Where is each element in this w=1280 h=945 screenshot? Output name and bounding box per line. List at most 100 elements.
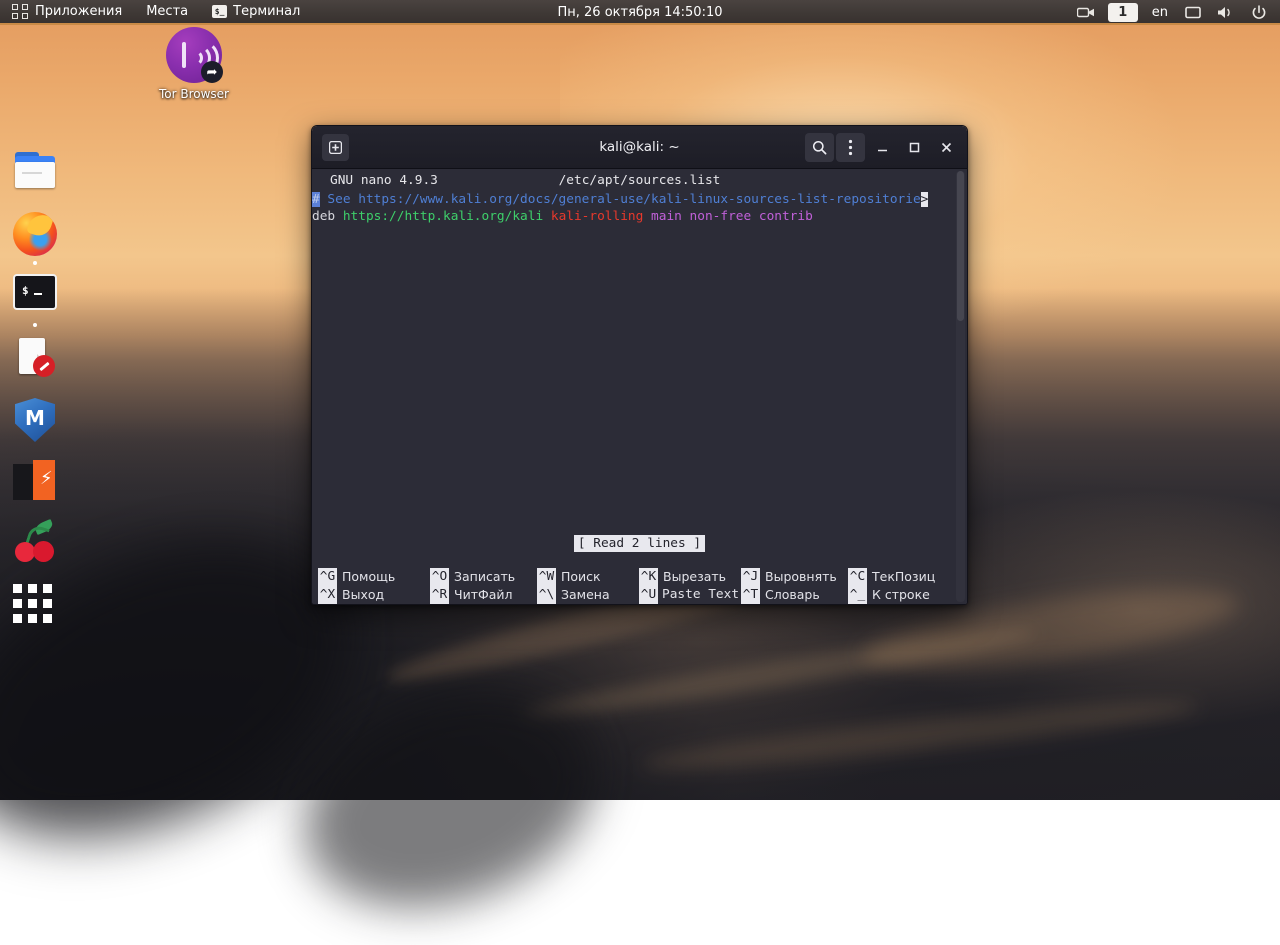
wave-streak	[639, 690, 1201, 780]
nano-shortcut-key: ^X	[318, 586, 337, 604]
minimize-glyph	[877, 149, 887, 151]
panel-places-label: Места	[146, 4, 189, 19]
metasploit-icon: M	[15, 398, 55, 442]
nano-text-area[interactable]: # See https://www.kali.org/docs/general-…	[312, 189, 967, 225]
nano-text-segment: https://http.kali.org/kali	[342, 209, 551, 224]
nano-shortcut[interactable]: ^C ТекПозиц	[848, 568, 948, 586]
dock-item-files[interactable]	[13, 150, 57, 194]
nano-status-message: [ Read 2 lines ]	[312, 535, 967, 552]
files-icon	[13, 150, 57, 190]
tor-browser-icon: ➦	[166, 27, 223, 83]
dock-item-cherrytree[interactable]	[13, 518, 57, 566]
kebab-glyph	[848, 139, 853, 155]
nano-shortcut[interactable]: ^T Словарь	[741, 586, 846, 604]
dock-item-firefox[interactable]	[13, 212, 57, 265]
nano-shortcut[interactable]: ^\ Замена	[537, 586, 637, 604]
nano-shortcut[interactable]: ^W Поиск	[537, 568, 637, 586]
maximize-icon[interactable]	[899, 132, 929, 162]
screencast-icon-glyph	[1076, 7, 1094, 18]
workspace-indicator[interactable]: 1	[1107, 3, 1138, 22]
dock-item-terminal[interactable]: $	[13, 274, 57, 327]
nano-shortcut-key: ^R	[430, 586, 449, 604]
search-icon[interactable]	[805, 132, 834, 162]
minimize-icon[interactable]	[867, 132, 897, 162]
window-title-bar[interactable]: kali@kali: ~	[312, 126, 967, 169]
search-glyph	[812, 140, 827, 154]
panel-terminal-label: Терминал	[233, 4, 301, 19]
running-indicator	[33, 323, 37, 327]
text-editor-icon	[13, 336, 57, 380]
nano-text-segment: kali-rolling	[550, 209, 652, 224]
nano-shortcut[interactable]: ^G Помощь	[318, 568, 428, 586]
display-icon[interactable]	[1178, 0, 1208, 25]
desktop-icon-tor-browser[interactable]: ➦ Tor Browser	[152, 27, 236, 101]
nano-shortcut-key: ^T	[741, 586, 760, 604]
dock-item-text-editor[interactable]	[13, 336, 57, 380]
power-icon[interactable]	[1244, 0, 1274, 25]
nano-status-text: [ Read 2 lines ]	[573, 535, 706, 552]
panel-window-terminal[interactable]: $_ Терминал	[200, 0, 312, 24]
panel-apps-label: Приложения	[35, 4, 123, 19]
screencast-icon[interactable]	[1070, 0, 1102, 25]
terminal-icon: $_	[212, 5, 228, 18]
nano-shortcut-label: Помощь	[342, 569, 396, 584]
power-icon-glyph	[1252, 4, 1266, 19]
nano-shortcut[interactable]: ^X Выход	[318, 586, 428, 604]
nano-text-segment: deb	[312, 209, 343, 224]
kebab-menu-icon[interactable]	[836, 132, 865, 162]
terminal-content[interactable]: GNU nano 4.9.3 /etc/apt/sources.list # S…	[312, 169, 967, 604]
new-tab-glyph	[329, 140, 342, 154]
apps-grid-icon	[13, 584, 57, 623]
close-icon[interactable]	[931, 132, 961, 162]
nano-shortcut-key: ^_	[848, 586, 867, 604]
nano-text-segment: >	[920, 192, 929, 207]
dock-item-metasploit[interactable]: M	[13, 398, 57, 442]
nano-shortcut[interactable]: ^K Вырезать	[639, 568, 739, 586]
terminal-icon: $	[13, 274, 57, 310]
nano-shortcut-group: ^O Записать ^R ЧитФайл	[430, 568, 535, 604]
nano-shortcut[interactable]: ^U Paste Text	[639, 586, 739, 604]
nano-shortcut[interactable]: ^_ К строке	[848, 586, 948, 604]
favorites-dock: $ M ⚡	[0, 150, 70, 623]
nano-shortcut-label: ЧитФайл	[454, 587, 513, 602]
nano-text-line: deb https://http.kali.org/kali kali-roll…	[312, 208, 967, 225]
new-tab-icon[interactable]	[322, 133, 349, 161]
nano-shortcut-label: Словарь	[765, 587, 820, 602]
terminal-window[interactable]: kali@kali: ~ GNU nano 4.9.3 /etc/apt/sou…	[311, 125, 968, 605]
maximize-glyph	[909, 142, 919, 152]
nano-text-segment: main non-free contrib	[651, 209, 813, 224]
close-glyph	[941, 142, 951, 152]
nano-shortcut-key: ^J	[741, 568, 760, 586]
panel-places-menu[interactable]: Места	[134, 0, 200, 24]
nano-shortcut-group: ^K Вырезать ^U Paste Text	[639, 568, 739, 604]
cherrytree-icon	[13, 518, 57, 564]
nano-shortcut-label: Вырезать	[663, 569, 727, 584]
nano-shortcut-key: ^O	[430, 568, 449, 586]
nano-shortcut[interactable]: ^R ЧитФайл	[430, 586, 535, 604]
nano-shortcut[interactable]: ^J Выровнять	[741, 568, 846, 586]
dock-item-show-applications[interactable]	[13, 584, 57, 623]
wave-streak	[521, 619, 1039, 727]
terminal-scrollbar[interactable]	[956, 171, 965, 602]
nano-shortcut-key: ^K	[639, 568, 658, 586]
nano-text-segment: See https://www.kali.org/docs/general-us…	[319, 192, 921, 207]
burpsuite-icon: ⚡	[13, 460, 55, 502]
nano-shortcut-group: ^W Поиск ^\ Замена	[537, 568, 637, 604]
nano-shortcut-key: ^\	[537, 586, 556, 604]
nano-shortcut-bar: ^G Помощь ^X Выход ^O Записать ^R ЧитФайл ^W Поис…	[312, 568, 967, 604]
display-icon-glyph	[1185, 6, 1201, 18]
keyboard-layout-indicator[interactable]: en	[1144, 5, 1176, 20]
volume-icon[interactable]	[1210, 0, 1242, 25]
dock-item-burpsuite[interactable]: ⚡	[13, 460, 57, 504]
nano-shortcut-group: ^C ТекПозиц ^_ К строке	[848, 568, 948, 604]
firefox-icon	[13, 212, 57, 256]
nano-shortcut-label: Выровнять	[765, 569, 837, 584]
nano-shortcut-label: Записать	[454, 569, 516, 584]
nano-shortcut-key: ^C	[848, 568, 867, 586]
nano-text-line: # See https://www.kali.org/docs/general-…	[312, 191, 967, 208]
nano-shortcut-key: ^W	[537, 568, 556, 586]
window-controls	[805, 132, 967, 162]
panel-apps-menu[interactable]: Приложения	[0, 0, 134, 24]
nano-shortcut-label: К строке	[872, 587, 930, 602]
nano-shortcut[interactable]: ^O Записать	[430, 568, 535, 586]
